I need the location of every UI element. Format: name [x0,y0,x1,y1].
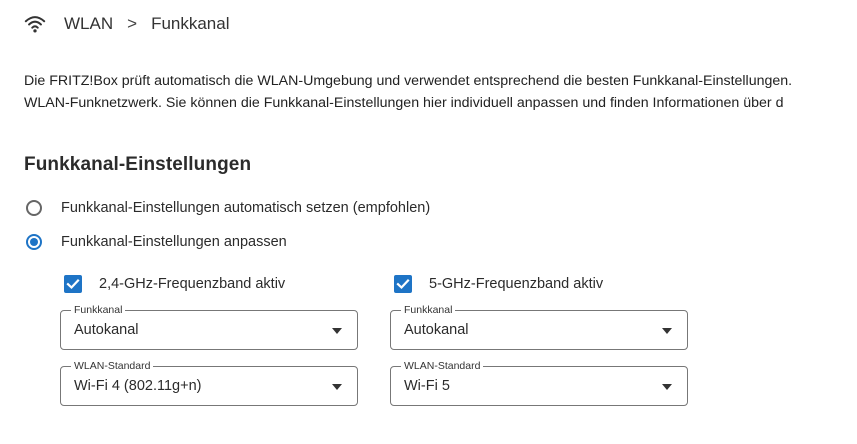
checkmark-icon [66,278,80,290]
select-legend: Funkkanal [401,304,456,316]
select-value: Wi-Fi 5 [404,378,450,394]
radio-button-custom[interactable] [26,234,42,250]
select-value: Autokanal [404,322,469,338]
breadcrumb: WLAN > Funkkanal [24,12,230,36]
radio-label-custom: Funkkanal-Einstellungen anpassen [61,234,287,250]
radio-option-custom[interactable]: Funkkanal-Einstellungen anpassen [26,234,287,250]
select-legend: WLAN-Standard [401,360,484,372]
select-standard-5ghz[interactable]: WLAN-Standard Wi-Fi 5 [390,360,688,406]
radio-option-auto[interactable]: Funkkanal-Einstellungen automatisch setz… [26,200,430,216]
page: WLAN > Funkkanal Die FRITZ!Box prüft aut… [0,0,857,444]
page-description: Die FRITZ!Box prüft automatisch die WLAN… [24,70,857,114]
select-value: Wi-Fi 4 (802.11g+n) [74,378,202,394]
checkbox-24ghz[interactable] [64,275,82,293]
band-24ghz-label: 2,4-GHz-Frequenzband aktiv [99,276,286,292]
description-line-1: Die FRITZ!Box prüft automatisch die WLAN… [24,73,793,89]
chevron-right-icon: > [127,14,138,33]
dropdown-arrow-icon [662,328,672,334]
select-channel-24ghz[interactable]: Funkkanal Autokanal [60,304,358,350]
dropdown-arrow-icon [332,328,342,334]
dropdown-arrow-icon [332,384,342,390]
select-value: Autokanal [74,322,139,338]
description-line-2: WLAN-Funknetzwerk. Sie können die Funkka… [24,95,784,111]
select-standard-24ghz[interactable]: WLAN-Standard Wi-Fi 4 (802.11g+n) [60,360,358,406]
radio-label-auto: Funkkanal-Einstellungen automatisch setz… [61,200,431,216]
section-title: Funkkanal-Einstellungen [24,154,252,175]
breadcrumb-current: Funkkanal [151,14,230,33]
band-24ghz-toggle[interactable]: 2,4-GHz-Frequenzband aktiv [64,275,285,293]
radio-button-auto[interactable] [26,200,42,216]
select-legend: WLAN-Standard [71,360,154,372]
select-legend: Funkkanal [71,304,126,316]
select-channel-5ghz[interactable]: Funkkanal Autokanal [390,304,688,350]
breadcrumb-parent-link[interactable]: WLAN [64,14,113,34]
band-5ghz-label: 5-GHz-Frequenzband aktiv [429,276,604,292]
checkbox-5ghz[interactable] [394,275,412,293]
checkmark-icon [396,278,410,290]
band-5ghz-toggle[interactable]: 5-GHz-Frequenzband aktiv [394,275,603,293]
dropdown-arrow-icon [662,384,672,390]
wifi-icon [24,16,46,33]
